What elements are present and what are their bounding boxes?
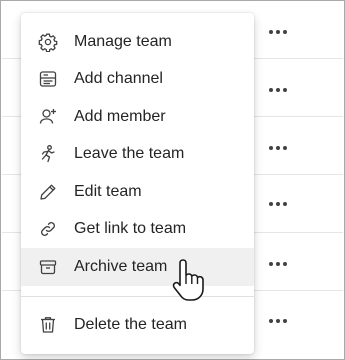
menu-item-label: Archive team: [74, 257, 168, 275]
link-icon: [38, 219, 58, 239]
menu-item-label: Get link to team: [74, 220, 187, 238]
menu-item-get-link[interactable]: Get link to team: [21, 211, 254, 249]
menu-item-manage-team[interactable]: Manage team: [21, 23, 254, 61]
menu-item-label: Manage team: [74, 32, 172, 50]
more-options-icon[interactable]: [265, 83, 291, 97]
more-options-icon[interactable]: [265, 197, 291, 211]
menu-item-delete-team[interactable]: Delete the team: [21, 307, 254, 345]
menu-separator: [21, 295, 254, 297]
trash-icon: [38, 315, 58, 335]
menu-item-add-channel[interactable]: Add channel: [21, 61, 254, 99]
menu-item-edit-team[interactable]: Edit team: [21, 173, 254, 211]
leave-icon: [38, 144, 58, 164]
menu-item-label: Leave the team: [74, 145, 185, 163]
more-options-icon[interactable]: [265, 257, 291, 271]
menu-item-add-member[interactable]: Add member: [21, 98, 254, 136]
team-context-menu: Manage team Add channel Add member Leave…: [21, 13, 254, 354]
menu-item-label: Delete the team: [74, 316, 187, 334]
more-options-icon[interactable]: [265, 25, 291, 39]
gear-icon: [38, 32, 58, 52]
channel-icon: [38, 69, 58, 89]
screenshot-frame: Manage team Add channel Add member Leave…: [0, 0, 345, 360]
menu-item-leave-team[interactable]: Leave the team: [21, 136, 254, 174]
menu-item-label: Add channel: [74, 70, 163, 88]
more-options-icon[interactable]: [265, 314, 291, 328]
menu-item-label: Edit team: [74, 182, 142, 200]
pencil-icon: [38, 182, 58, 202]
more-options-icon[interactable]: [265, 141, 291, 155]
add-person-icon: [38, 107, 58, 127]
archive-icon: [38, 257, 58, 277]
menu-item-label: Add member: [74, 107, 166, 125]
menu-item-archive-team[interactable]: Archive team: [21, 248, 254, 286]
